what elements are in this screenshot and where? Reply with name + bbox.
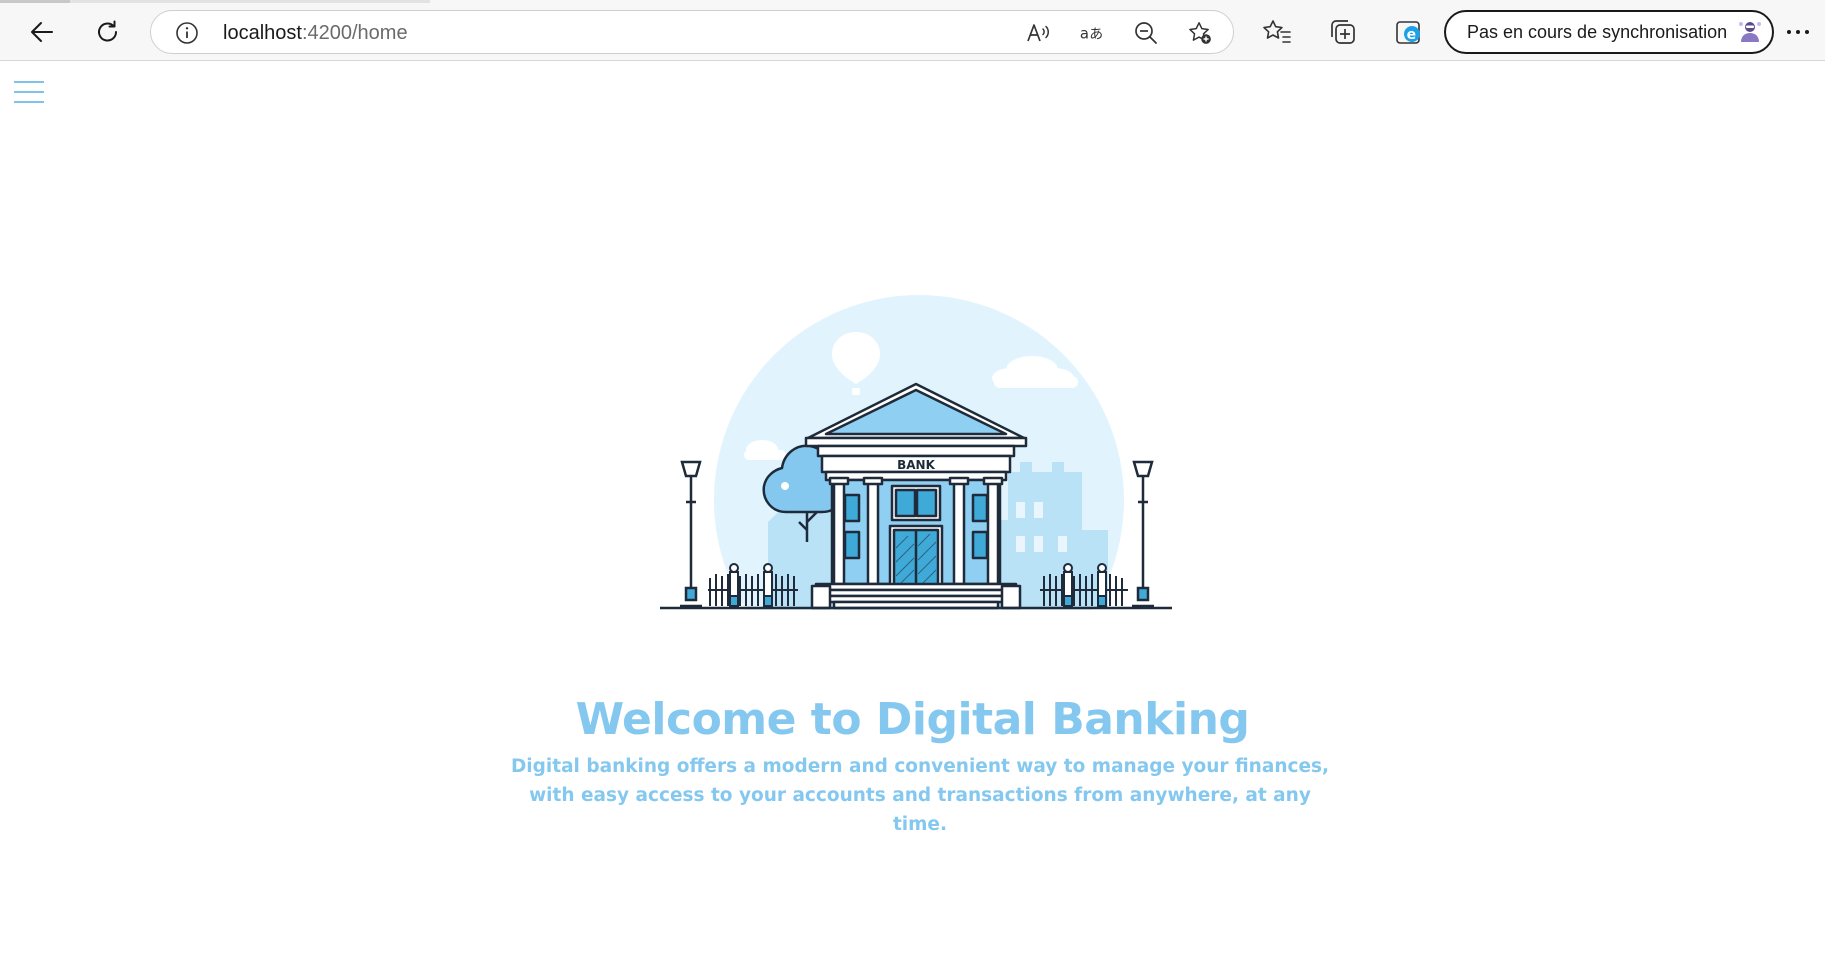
favorites-icon (1263, 20, 1291, 43)
collections-button[interactable] (1323, 12, 1363, 52)
svg-text:あ: あ (1089, 27, 1103, 43)
welcome-title: Welcome to Digital Banking (575, 694, 1250, 745)
url-text[interactable]: localhost:4200/home (223, 22, 408, 44)
refresh-button[interactable] (88, 12, 128, 52)
tab-strip (0, 0, 430, 3)
zoom-out-button[interactable] (1133, 20, 1159, 46)
add-favorite-button[interactable] (1187, 20, 1213, 46)
hamburger-icon[interactable] (14, 79, 46, 107)
sync-profile-button[interactable]: Pas en cours de synchronisation (1444, 10, 1774, 54)
site-info-icon (176, 22, 198, 44)
back-button[interactable] (22, 12, 62, 52)
read-aloud-icon (1027, 24, 1049, 42)
collections-icon (1331, 20, 1355, 44)
refresh-icon (98, 20, 117, 42)
add-favorite-icon (1189, 22, 1211, 44)
ie-mode-icon: e (1396, 21, 1420, 44)
back-icon (31, 22, 53, 42)
street-lamp-left (680, 460, 702, 608)
sync-label: Pas en cours de synchronisation (1467, 22, 1728, 42)
site-info-button[interactable] (175, 21, 199, 45)
welcome-description: Digital banking offers a modern and conv… (510, 756, 1330, 835)
translate-button[interactable]: a あ (1079, 20, 1105, 46)
more-button[interactable] (1778, 12, 1818, 52)
translate-icon: a あ (1080, 25, 1103, 43)
svg-text:a: a (1080, 25, 1089, 43)
street-lamp-right (1132, 460, 1154, 608)
ie-mode-button[interactable]: e (1389, 12, 1429, 52)
bank-illustration: BANK (660, 295, 1180, 620)
more-icon (1787, 30, 1809, 34)
svg-text:e: e (1407, 27, 1417, 43)
favorites-button[interactable] (1257, 12, 1297, 52)
url-host: localhost (223, 22, 302, 44)
read-aloud-button[interactable] (1025, 20, 1051, 46)
profile-avatar (1739, 22, 1761, 42)
url-path: :4200/home (301, 22, 408, 44)
address-bar[interactable]: localhost:4200/home a あ (150, 10, 1234, 54)
browser-toolbar: localhost:4200/home a あ e Pas en cours d… (0, 0, 1825, 61)
zoom-out-icon (1135, 22, 1157, 44)
bank-sign-text: BANK (897, 458, 935, 472)
